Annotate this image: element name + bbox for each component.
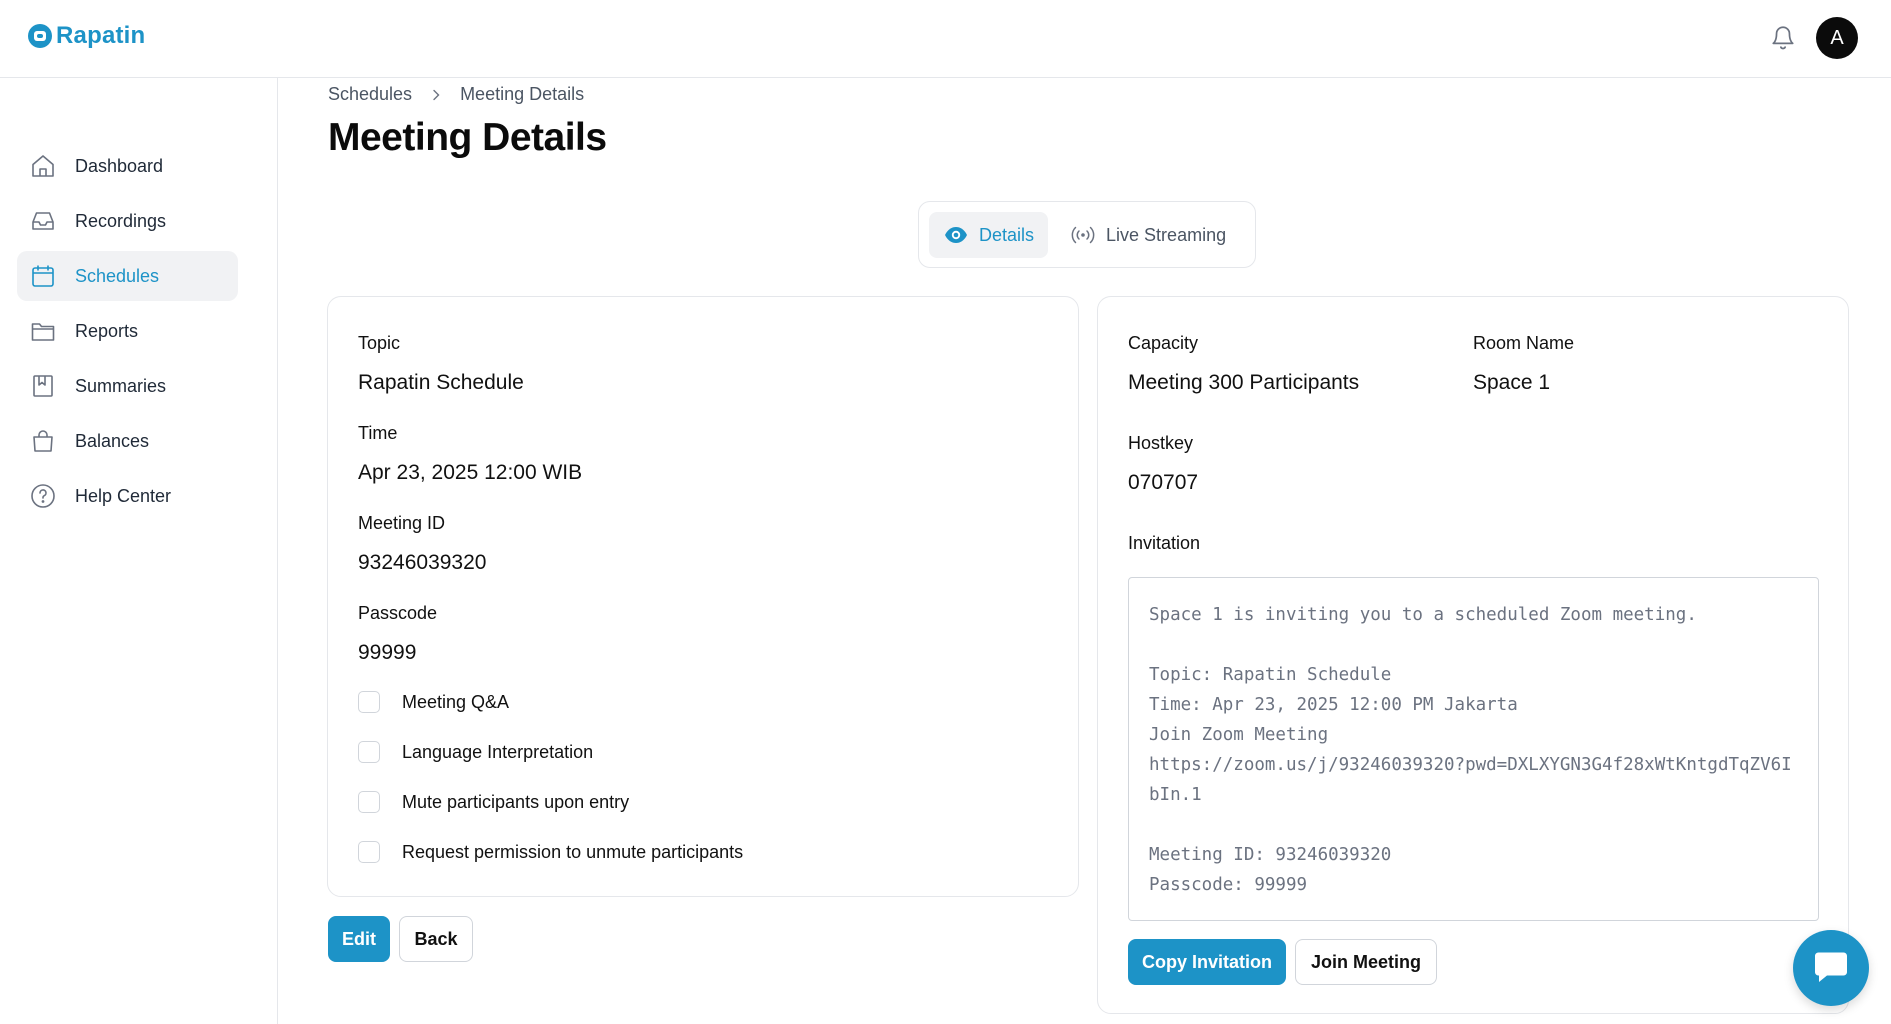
breadcrumb-parent-link[interactable]: Schedules xyxy=(328,84,412,105)
sidebar-item-balances[interactable]: Balances xyxy=(17,416,238,466)
page-title: Meeting Details xyxy=(328,116,607,159)
invitation-label: Invitation xyxy=(1128,533,1201,553)
option-label: Request permission to unmute participant… xyxy=(402,841,744,862)
option-meeting-qa: Meeting Q&A xyxy=(358,691,509,713)
option-language-interpretation: Language Interpretation xyxy=(358,741,593,763)
tab-bar: Details Live Streaming xyxy=(918,201,1256,268)
sidebar-item-reports[interactable]: Reports xyxy=(17,306,238,356)
sidebar-item-label: Help Center xyxy=(75,485,172,506)
capacity-value: Meeting 300 Participants xyxy=(1128,371,1360,394)
bookmark-icon xyxy=(33,375,53,397)
sidebar-item-schedules[interactable]: Schedules xyxy=(17,251,238,301)
calendar-icon xyxy=(32,265,54,287)
mute-on-entry-checkbox[interactable] xyxy=(358,791,380,813)
chevron-right-icon xyxy=(433,89,440,100)
top-bar: Rapatin A xyxy=(0,0,1891,78)
sidebar-item-dashboard[interactable]: Dashboard xyxy=(17,141,238,191)
home-icon xyxy=(32,155,54,177)
language-interpretation-checkbox[interactable] xyxy=(358,741,380,763)
rapatin-logo[interactable]: Rapatin xyxy=(28,22,145,50)
room-name-label: Room Name xyxy=(1473,333,1575,353)
capacity-label: Capacity xyxy=(1128,333,1199,353)
meeting-id-label: Meeting ID xyxy=(358,513,446,533)
sidebar-item-summaries[interactable]: Summaries xyxy=(17,361,238,411)
sidebar-item-label: Dashboard xyxy=(75,155,164,176)
passcode-value: 99999 xyxy=(358,641,417,664)
sidebar-item-help-center[interactable]: Help Center xyxy=(17,471,238,521)
eye-icon xyxy=(945,227,967,243)
passcode-label: Passcode xyxy=(358,603,438,623)
tab-label: Details xyxy=(979,224,1035,245)
shopping-bag-icon xyxy=(33,430,53,452)
join-meeting-button[interactable]: Join Meeting xyxy=(1295,939,1437,985)
room-name-value: Space 1 xyxy=(1473,371,1551,394)
edit-button[interactable]: Edit xyxy=(328,916,390,962)
topic-value: Rapatin Schedule xyxy=(358,371,524,394)
logo-mark-icon xyxy=(28,24,52,48)
sidebar-item-recordings[interactable]: Recordings xyxy=(17,196,238,246)
breadcrumb: Schedules Meeting Details xyxy=(328,84,584,105)
sidebar: Dashboard Recordings Schedules Reports S… xyxy=(0,78,278,1024)
tab-live-streaming[interactable]: Live Streaming xyxy=(1056,212,1240,258)
chat-bubble-icon xyxy=(1815,952,1847,982)
time-value: Apr 23, 2025 12:00 WIB xyxy=(358,461,583,484)
avatar[interactable]: A xyxy=(1816,17,1858,59)
request-unmute-checkbox[interactable] xyxy=(358,841,380,863)
bell-icon[interactable] xyxy=(1770,24,1796,52)
option-request-unmute: Request permission to unmute participant… xyxy=(358,841,743,863)
time-label: Time xyxy=(358,423,398,443)
sidebar-item-label: Balances xyxy=(75,430,150,451)
option-label: Meeting Q&A xyxy=(402,691,510,712)
chat-button[interactable] xyxy=(1793,930,1869,1006)
invitation-textarea[interactable]: Space 1 is inviting you to a scheduled Z… xyxy=(1128,577,1819,921)
hostkey-label: Hostkey xyxy=(1128,433,1194,453)
back-button[interactable]: Back xyxy=(399,916,473,962)
topic-label: Topic xyxy=(358,333,401,353)
option-label: Mute participants upon entry xyxy=(402,791,630,812)
folder-icon xyxy=(31,323,55,341)
sidebar-item-label: Recordings xyxy=(75,210,167,231)
help-circle-icon xyxy=(31,484,55,508)
logo-text: Rapatin xyxy=(56,22,146,49)
sidebar-item-label: Reports xyxy=(75,320,139,341)
sidebar-item-label: Summaries xyxy=(75,375,167,396)
tab-label: Live Streaming xyxy=(1106,224,1227,245)
tab-details[interactable]: Details xyxy=(929,212,1049,258)
option-label: Language Interpretation xyxy=(402,741,594,762)
meeting-qa-checkbox[interactable] xyxy=(358,691,380,713)
meeting-id-value: 93246039320 xyxy=(358,551,487,574)
sidebar-item-label: Schedules xyxy=(75,265,160,286)
meeting-info-card: Capacity Meeting 300 Participants Room N… xyxy=(1097,296,1849,1014)
inbox-icon xyxy=(32,212,54,230)
meeting-details-card: Topic Rapatin Schedule Time Apr 23, 2025… xyxy=(327,296,1079,897)
broadcast-icon xyxy=(1071,226,1095,244)
hostkey-value: 070707 xyxy=(1128,471,1199,494)
breadcrumb-current: Meeting Details xyxy=(460,84,585,104)
copy-invitation-button[interactable]: Copy Invitation xyxy=(1128,939,1286,985)
option-mute-on-entry: Mute participants upon entry xyxy=(358,791,629,813)
